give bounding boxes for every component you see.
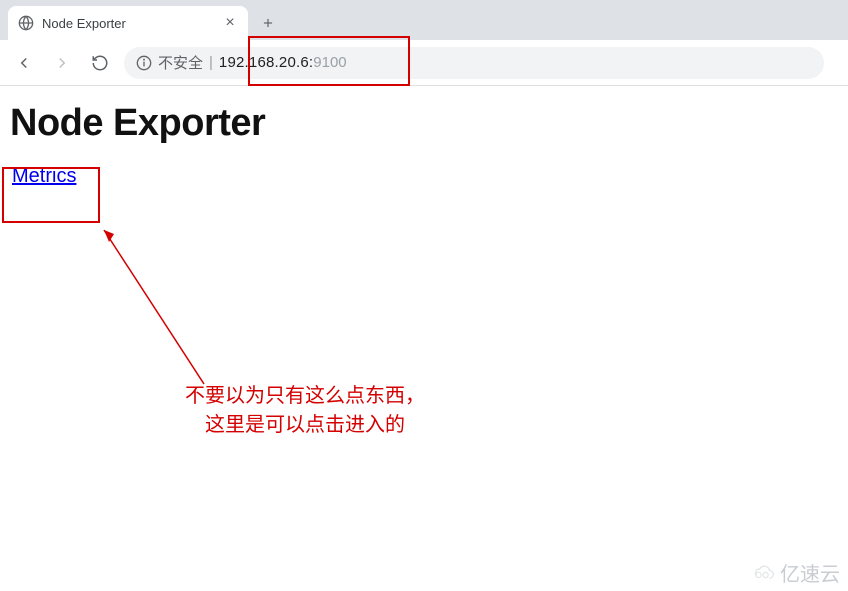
- tab-title: Node Exporter: [42, 16, 222, 31]
- insecure-label: 不安全: [158, 52, 203, 73]
- url-port: 9100: [313, 54, 346, 71]
- cloud-icon: [750, 564, 776, 582]
- reload-button[interactable]: [86, 49, 114, 77]
- address-bar[interactable]: 不安全 | 192.168.20.6:9100: [124, 47, 824, 79]
- globe-icon: [18, 15, 34, 31]
- info-icon: [136, 55, 152, 71]
- metrics-link[interactable]: Metrics: [10, 163, 78, 190]
- url-host: 192.168.20.6: [219, 54, 309, 71]
- browser-tab[interactable]: Node Exporter ×: [8, 6, 248, 40]
- page-content: Node Exporter Metrics: [0, 86, 848, 198]
- new-tab-button[interactable]: [254, 9, 282, 37]
- watermark-text: 亿速云: [780, 558, 840, 587]
- forward-button[interactable]: [48, 49, 76, 77]
- annotation-text: 不要以为只有这么点东西， 这里是可以点击进入的: [185, 382, 425, 440]
- close-icon[interactable]: ×: [222, 15, 238, 31]
- tab-strip: Node Exporter ×: [0, 0, 848, 40]
- separator: |: [209, 54, 213, 71]
- annotation-arrow-icon: [96, 222, 216, 392]
- watermark: 亿速云: [750, 558, 840, 587]
- toolbar: 不安全 | 192.168.20.6:9100: [0, 40, 848, 86]
- back-button[interactable]: [10, 49, 38, 77]
- page-title: Node Exporter: [10, 102, 838, 145]
